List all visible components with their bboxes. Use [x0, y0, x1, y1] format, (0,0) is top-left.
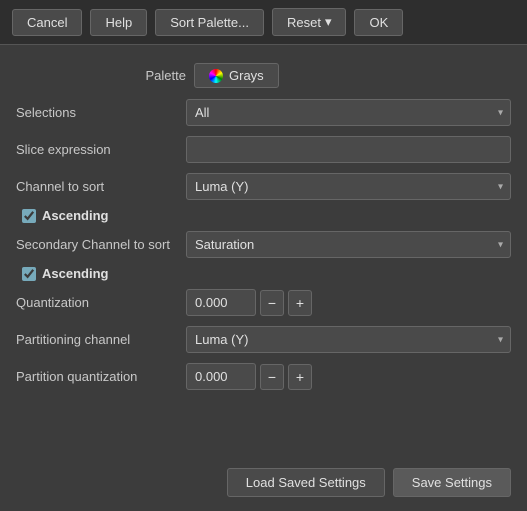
ascending2-label[interactable]: Ascending [22, 266, 108, 281]
partitioning-label: Partitioning channel [16, 332, 186, 347]
secondary-label: Secondary Channel to sort [16, 237, 186, 252]
secondary-select[interactable]: Saturation Luma (Y) Red Green Blue Hue [186, 231, 511, 258]
bottom-bar: Load Saved Settings Save Settings [0, 458, 527, 511]
partition-quant-row: Partition quantization − + [16, 358, 511, 395]
ok-button[interactable]: OK [354, 9, 403, 36]
selections-select[interactable]: All Current None [186, 99, 511, 126]
slice-input[interactable] [186, 136, 511, 163]
palette-row: Palette Grays [16, 57, 511, 94]
partition-quant-minus-button[interactable]: − [260, 364, 284, 390]
channel-select-wrapper: Luma (Y) Red Green Blue Saturation Hue ▾ [186, 173, 511, 200]
palette-icon [209, 69, 223, 83]
form-content: Palette Grays Selections All Current Non… [0, 45, 527, 458]
ascending1-row: Ascending [16, 205, 511, 226]
ascending2-text: Ascending [42, 266, 108, 281]
ascending2-row: Ascending [16, 263, 511, 284]
quantization-row: Quantization − + [16, 284, 511, 321]
channel-label: Channel to sort [16, 179, 186, 194]
toolbar: Cancel Help Sort Palette... Reset ▾ OK [0, 0, 527, 45]
selections-label: Selections [16, 105, 186, 120]
partition-quant-plus-button[interactable]: + [288, 364, 312, 390]
load-settings-button[interactable]: Load Saved Settings [227, 468, 385, 497]
cancel-button[interactable]: Cancel [12, 9, 82, 36]
quantization-control: − + [186, 289, 312, 316]
palette-value: Grays [229, 68, 264, 83]
reset-button[interactable]: Reset ▾ [272, 8, 347, 36]
quantization-plus-button[interactable]: + [288, 290, 312, 316]
slice-row: Slice expression [16, 131, 511, 168]
quantization-label: Quantization [16, 295, 186, 310]
secondary-row: Secondary Channel to sort Saturation Lum… [16, 226, 511, 263]
save-settings-button[interactable]: Save Settings [393, 468, 511, 497]
reset-arrow-icon: ▾ [325, 14, 332, 30]
slice-label: Slice expression [16, 142, 186, 157]
partitioning-select-wrapper: Luma (Y) Red Green Blue Saturation Hue ▾ [186, 326, 511, 353]
channel-select[interactable]: Luma (Y) Red Green Blue Saturation Hue [186, 173, 511, 200]
palette-label: Palette [16, 68, 186, 83]
selections-row: Selections All Current None ▾ [16, 94, 511, 131]
reset-label: Reset [287, 15, 321, 30]
quantization-input[interactable] [186, 289, 256, 316]
ascending1-label[interactable]: Ascending [22, 208, 108, 223]
sort-palette-button[interactable]: Sort Palette... [155, 9, 264, 36]
quantization-minus-button[interactable]: − [260, 290, 284, 316]
selections-select-wrapper: All Current None ▾ [186, 99, 511, 126]
partitioning-select[interactable]: Luma (Y) Red Green Blue Saturation Hue [186, 326, 511, 353]
partitioning-row: Partitioning channel Luma (Y) Red Green … [16, 321, 511, 358]
secondary-select-wrapper: Saturation Luma (Y) Red Green Blue Hue ▾ [186, 231, 511, 258]
channel-row: Channel to sort Luma (Y) Red Green Blue … [16, 168, 511, 205]
palette-button[interactable]: Grays [194, 63, 279, 88]
partition-quant-control: − + [186, 363, 312, 390]
partition-quant-label: Partition quantization [16, 369, 186, 384]
ascending1-text: Ascending [42, 208, 108, 223]
ascending2-checkbox[interactable] [22, 267, 36, 281]
ascending1-checkbox[interactable] [22, 209, 36, 223]
partition-quant-input[interactable] [186, 363, 256, 390]
help-button[interactable]: Help [90, 9, 147, 36]
